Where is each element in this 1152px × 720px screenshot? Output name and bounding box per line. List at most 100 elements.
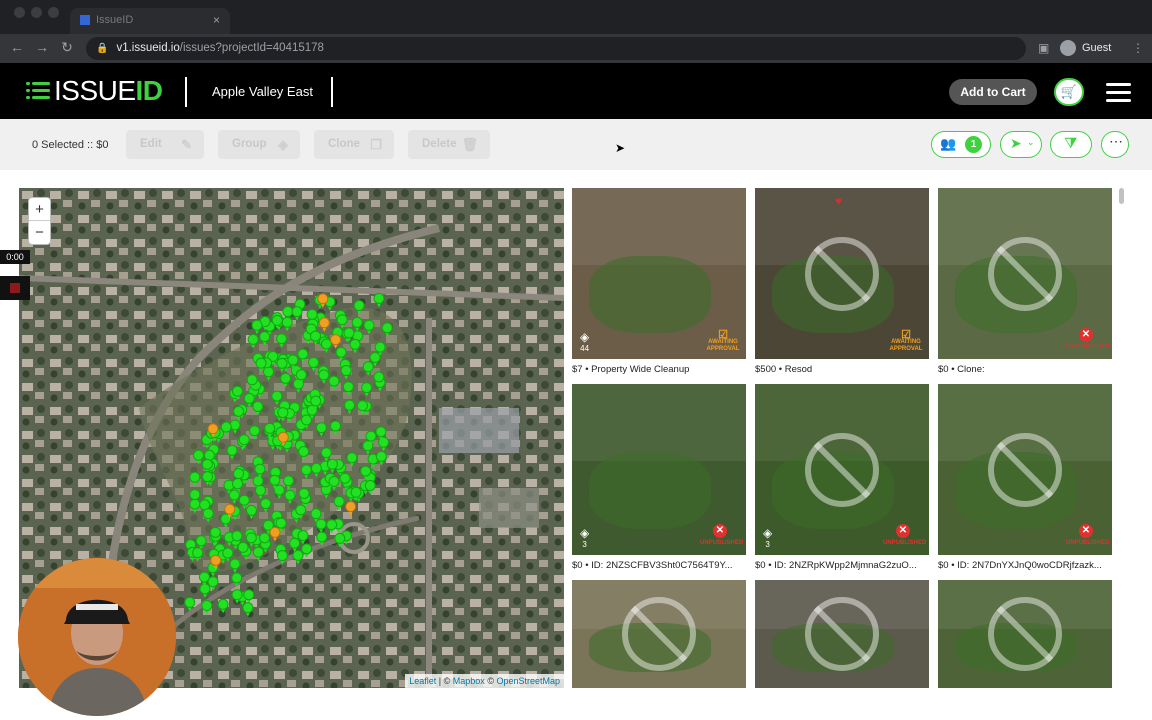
issue-marker[interactable]	[202, 508, 214, 523]
issue-photo[interactable]: ✕ UNPUBLISHED	[938, 384, 1112, 555]
selection-mode-dropdown[interactable]: ➤ ⌄	[1000, 131, 1042, 158]
issue-marker[interactable]	[260, 498, 272, 513]
issue-marker[interactable]	[281, 316, 293, 332]
issue-card[interactable]	[938, 580, 1112, 693]
filter-button[interactable]: ⧩	[1050, 131, 1092, 158]
issue-marker[interactable]	[298, 445, 310, 461]
delete-button[interactable]: Delete 🗑	[408, 130, 490, 159]
issue-marker[interactable]	[292, 549, 304, 565]
issue-card[interactable]: ✕ UNPUBLISHED $0 • Clone:	[938, 188, 1112, 375]
issue-card[interactable]: ◈ 44 ☑ AWAITING APPROVAL $7 • Property Wide …	[572, 188, 746, 375]
issue-marker[interactable]	[263, 366, 275, 381]
forward-icon[interactable]: →	[33, 39, 51, 55]
reload-icon[interactable]: ↻	[58, 39, 76, 56]
issue-card[interactable]: ✕ UNPUBLISHED $0 • ID: 2N7DnYXJnQ0woCDRjfz…	[938, 384, 1112, 571]
issue-marker[interactable]	[345, 501, 357, 516]
issue-marker[interactable]	[315, 518, 327, 534]
hamburger-menu-icon[interactable]	[1106, 83, 1131, 103]
browser-tab[interactable]: IssueID ×	[70, 8, 230, 34]
issue-marker[interactable]	[329, 420, 341, 435]
osm-link[interactable]: OpenStreetMap	[496, 676, 560, 686]
issue-marker[interactable]	[373, 292, 385, 308]
issue-marker[interactable]	[308, 356, 320, 372]
close-tab-icon[interactable]: ×	[213, 13, 220, 27]
issue-card[interactable]	[572, 580, 746, 693]
issue-marker[interactable]	[184, 596, 196, 612]
maximize-window-dot[interactable]	[48, 7, 59, 18]
stop-recording-button[interactable]	[0, 276, 30, 300]
issue-marker[interactable]	[328, 375, 340, 391]
more-options-button[interactable]: ⋯	[1101, 131, 1129, 158]
logo[interactable]: ISSUE ID	[26, 75, 163, 106]
issue-marker[interactable]	[243, 589, 255, 604]
issue-card[interactable]: ◈ 3 ✕ UNPUBLISHED $0 • ID: 2NZSCFBV3Sht0C756…	[572, 384, 746, 571]
issue-marker[interactable]	[273, 484, 285, 500]
issue-marker[interactable]	[336, 314, 348, 329]
issue-marker[interactable]	[330, 334, 342, 349]
issue-marker[interactable]	[316, 531, 328, 546]
project-title[interactable]: Apple Valley East	[212, 84, 313, 99]
issue-marker[interactable]	[351, 316, 363, 332]
issue-marker[interactable]	[326, 519, 338, 534]
issue-marker[interactable]	[349, 338, 361, 354]
issue-marker[interactable]	[346, 452, 358, 467]
issue-marker[interactable]	[217, 598, 229, 614]
issue-marker[interactable]	[280, 372, 292, 388]
issue-card[interactable]: ☑ AWAITING APPROVAL ♥ $500 • Resod	[755, 188, 929, 375]
issue-marker[interactable]	[226, 444, 238, 460]
issue-marker[interactable]	[252, 546, 264, 562]
issue-marker[interactable]	[375, 450, 387, 466]
issue-marker[interactable]	[318, 369, 330, 384]
clone-button[interactable]: Clone ❐	[314, 130, 394, 159]
issue-marker[interactable]	[362, 361, 374, 376]
close-window-dot[interactable]	[14, 7, 25, 18]
issue-marker[interactable]	[259, 331, 271, 346]
minimize-window-dot[interactable]	[31, 7, 42, 18]
issue-marker[interactable]	[315, 422, 327, 437]
issue-photo[interactable]	[572, 580, 746, 688]
issue-photo[interactable]: ◈ 44 ☑ AWAITING APPROVAL	[572, 188, 746, 359]
issue-marker[interactable]	[344, 399, 356, 415]
issue-marker[interactable]	[276, 333, 288, 348]
issue-marker[interactable]	[192, 547, 204, 562]
issue-marker[interactable]	[333, 495, 345, 511]
issue-marker[interactable]	[247, 333, 259, 349]
issue-marker[interactable]	[297, 348, 309, 364]
issue-marker[interactable]	[249, 425, 261, 440]
issue-marker[interactable]	[228, 489, 240, 505]
leaflet-link[interactable]: Leaflet	[409, 676, 436, 686]
issue-marker[interactable]	[381, 322, 393, 337]
issue-marker[interactable]	[252, 400, 264, 416]
issue-marker[interactable]	[276, 550, 288, 565]
issue-marker[interactable]	[334, 532, 346, 548]
issue-marker[interactable]	[318, 317, 330, 332]
issue-marker[interactable]	[364, 479, 376, 495]
gallery-scrollbar[interactable]	[1119, 188, 1124, 204]
cart-button[interactable]: 🛒	[1054, 78, 1084, 106]
issue-marker[interactable]	[251, 319, 263, 335]
issue-marker[interactable]	[326, 458, 338, 474]
team-filter-button[interactable]: 👥 1	[931, 131, 991, 158]
issue-marker[interactable]	[342, 381, 354, 396]
issue-marker[interactable]	[201, 600, 213, 615]
issue-marker[interactable]	[229, 558, 241, 573]
issue-marker[interactable]	[198, 571, 210, 587]
mapbox-link[interactable]: Mapbox	[453, 676, 485, 686]
profile-button[interactable]: Guest	[1060, 40, 1111, 56]
issue-marker[interactable]	[231, 572, 243, 587]
issue-card[interactable]	[755, 580, 929, 693]
back-icon[interactable]: ←	[8, 39, 26, 55]
edit-button[interactable]: Edit ✎	[126, 130, 204, 159]
issue-marker[interactable]	[320, 338, 332, 353]
browser-menu-icon[interactable]: ⋮	[1132, 41, 1144, 55]
issue-marker[interactable]	[193, 449, 205, 465]
issue-photo[interactable]	[938, 580, 1112, 688]
zoom-out-button[interactable]: −	[29, 221, 50, 244]
issue-marker[interactable]	[291, 306, 303, 321]
issue-marker[interactable]	[264, 422, 276, 438]
add-to-cart-button[interactable]: Add to Cart	[949, 79, 1037, 105]
issue-photo[interactable]: ✕ UNPUBLISHED	[938, 188, 1112, 359]
issue-marker[interactable]	[269, 526, 281, 542]
sidebar-toggle-icon[interactable]: ▣	[1038, 41, 1049, 55]
zoom-in-button[interactable]: +	[29, 198, 50, 221]
